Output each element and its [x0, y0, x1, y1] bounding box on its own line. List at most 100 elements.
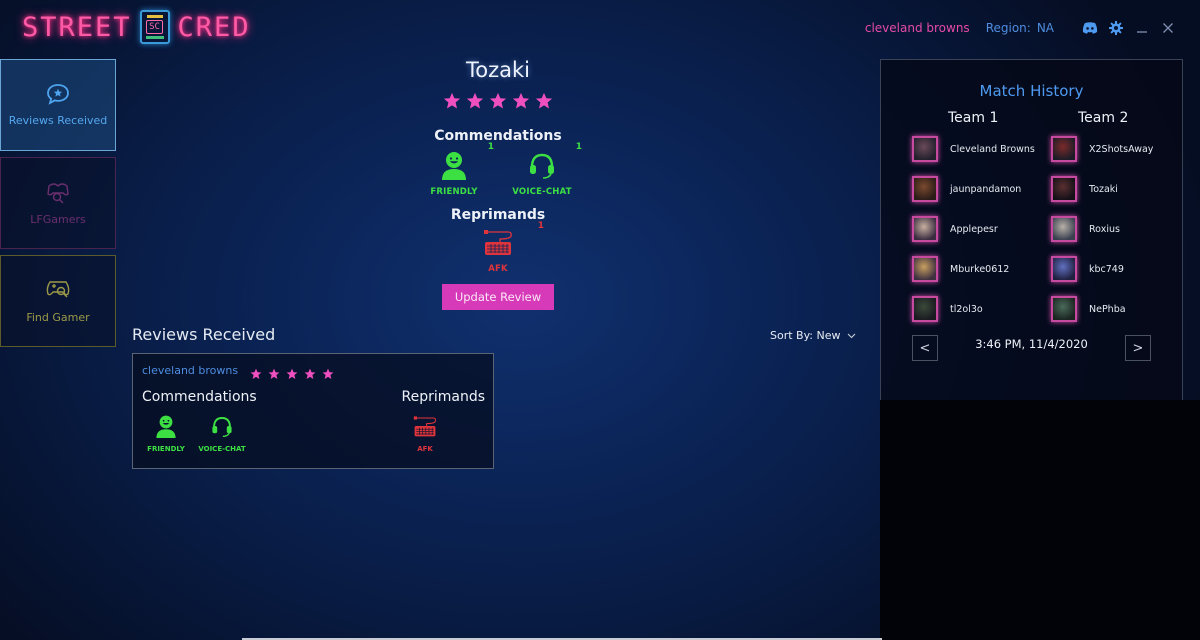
logo-text-cred: CRED [177, 11, 251, 43]
champion-avatar [1051, 296, 1077, 322]
review-commendation-friendly: FRIENDLY [142, 414, 190, 453]
controller-search-icon [45, 278, 71, 305]
sidebar-item-label: Reviews Received [8, 114, 108, 127]
champion-avatar [912, 256, 938, 282]
match-player-row[interactable]: Roxius [1051, 216, 1120, 242]
match-history-title: Match History [979, 82, 1084, 100]
review-commendation-label: FRIENDLY [147, 445, 185, 453]
star-icon [489, 92, 507, 110]
player-profile: Tozaki Commendations FRIENDLY 1 VOICE-CH… [398, 58, 598, 310]
player-name: X2ShotsAway [1089, 143, 1154, 155]
sidebar-item-label: LFGamers [30, 213, 86, 226]
minimize-icon[interactable] [1132, 18, 1152, 38]
review-reprimand-afk: AFK [401, 414, 449, 453]
commendations-list: FRIENDLY 1 VOICE-CHAT 1 [398, 142, 598, 197]
smiley-person-icon [439, 150, 469, 184]
match-history-panel: Match History Team 1 Team 2 < 3:46 PM, 1… [880, 59, 1183, 404]
empty-panel-area [880, 400, 1200, 640]
logo-badge-text: SC [146, 20, 163, 34]
champion-avatar [1051, 216, 1077, 242]
reprimands-title: Reprimands [450, 207, 546, 223]
app-logo: STREET SC CRED [22, 10, 251, 44]
review-commendations: FRIENDLY VOICE-CHAT [142, 414, 246, 453]
sidebar-item-reviews-received[interactable]: Reviews Received [0, 59, 116, 151]
reprimands-list: AFK 1 [398, 221, 598, 274]
champion-avatar [912, 296, 938, 322]
review-reprimand-label: AFK [417, 445, 433, 453]
review-commendation-label: VOICE-CHAT [198, 445, 246, 453]
commendations-title: Commendations [434, 128, 562, 144]
player-name: jaunpandamon [950, 183, 1022, 195]
commendation-count: 1 [575, 142, 582, 152]
gear-icon[interactable] [1106, 18, 1126, 38]
match-player-row[interactable]: X2ShotsAway [1051, 136, 1153, 162]
current-user-name[interactable]: cleveland browns [865, 21, 970, 35]
player-name: kbc749 [1089, 263, 1124, 275]
headset-icon [527, 150, 557, 184]
match-player-row[interactable]: kbc749 [1051, 256, 1124, 282]
commendation-label: FRIENDLY [430, 187, 478, 197]
reviewer-name[interactable]: cleveland browns [142, 364, 238, 377]
chevron-down-icon [847, 329, 856, 342]
star-icon [535, 92, 553, 110]
champion-avatar [912, 136, 938, 162]
team-1-label: Team 1 [948, 110, 999, 126]
sidebar-item-lfgamers[interactable]: LFGamers [0, 157, 116, 249]
chevron-right-icon: > [1132, 340, 1144, 356]
star-icon [250, 365, 262, 379]
update-review-button[interactable]: Update Review [441, 284, 555, 310]
reprimand-label: AFK [488, 264, 508, 274]
region-value[interactable]: NA [1037, 21, 1054, 35]
sort-label: Sort By: New [770, 329, 841, 342]
star-icon [322, 365, 334, 379]
champion-avatar [912, 216, 938, 242]
champion-avatar [912, 176, 938, 202]
reprimand-count: 1 [537, 221, 544, 231]
champion-avatar [1051, 136, 1077, 162]
next-match-button[interactable]: > [1125, 335, 1151, 361]
star-chat-bubble-icon [46, 83, 70, 108]
match-player-row[interactable]: Cleveland Browns [912, 136, 1035, 162]
match-player-row[interactable]: Applepesr [912, 216, 998, 242]
review-reprimands-title: Reprimands [401, 389, 485, 405]
sidebar-item-find-gamer[interactable]: Find Gamer [0, 255, 116, 347]
close-icon[interactable] [1158, 18, 1178, 38]
keyboard-icon [412, 414, 438, 442]
match-player-row[interactable]: tl2ol3o [912, 296, 983, 322]
star-icon [466, 92, 484, 110]
review-reprimands: AFK [401, 414, 449, 453]
commendation-label: VOICE-CHAT [512, 187, 572, 197]
match-player-row[interactable]: Tozaki [1051, 176, 1118, 202]
match-player-row[interactable]: Mburke0612 [912, 256, 1009, 282]
region-label: Region: [985, 21, 1031, 35]
player-name: Cleveland Browns [950, 143, 1035, 155]
gamers-group-icon [45, 180, 71, 207]
commendation-voice-chat[interactable]: VOICE-CHAT 1 [510, 142, 582, 197]
headset-icon [210, 414, 234, 442]
player-name: Applepesr [950, 223, 998, 235]
sidebar-item-label: Find Gamer [26, 311, 90, 324]
match-player-row[interactable]: jaunpandamon [912, 176, 1021, 202]
player-name: Tozaki [1089, 183, 1118, 195]
player-rating-stars [398, 92, 598, 110]
sort-dropdown[interactable]: Sort By: New [770, 329, 856, 342]
discord-icon[interactable] [1080, 18, 1100, 38]
reprimand-afk[interactable]: AFK 1 [466, 221, 544, 274]
champion-avatar [1051, 256, 1077, 282]
commendation-friendly[interactable]: FRIENDLY 1 [422, 142, 494, 197]
star-icon [304, 365, 316, 379]
review-commendation-voice-chat: VOICE-CHAT [198, 414, 246, 453]
top-bar: cleveland browns Region: NA [865, 18, 1178, 38]
player-name: tl2ol3o [950, 303, 983, 315]
match-player-row[interactable]: NePhba [1051, 296, 1126, 322]
player-name: NePhba [1089, 303, 1126, 315]
reviews-section-title: Reviews Received [132, 325, 276, 344]
star-icon [268, 365, 280, 379]
star-icon [286, 365, 298, 379]
review-card: cleveland browns Commendations Reprimand… [132, 353, 494, 469]
player-name: Roxius [1089, 223, 1120, 235]
team-2-label: Team 2 [1078, 110, 1129, 126]
smiley-person-icon [154, 414, 178, 442]
app-window: STREET SC CRED cleveland browns Region: … [0, 0, 1200, 640]
arcade-cabinet-icon: SC [139, 10, 170, 44]
